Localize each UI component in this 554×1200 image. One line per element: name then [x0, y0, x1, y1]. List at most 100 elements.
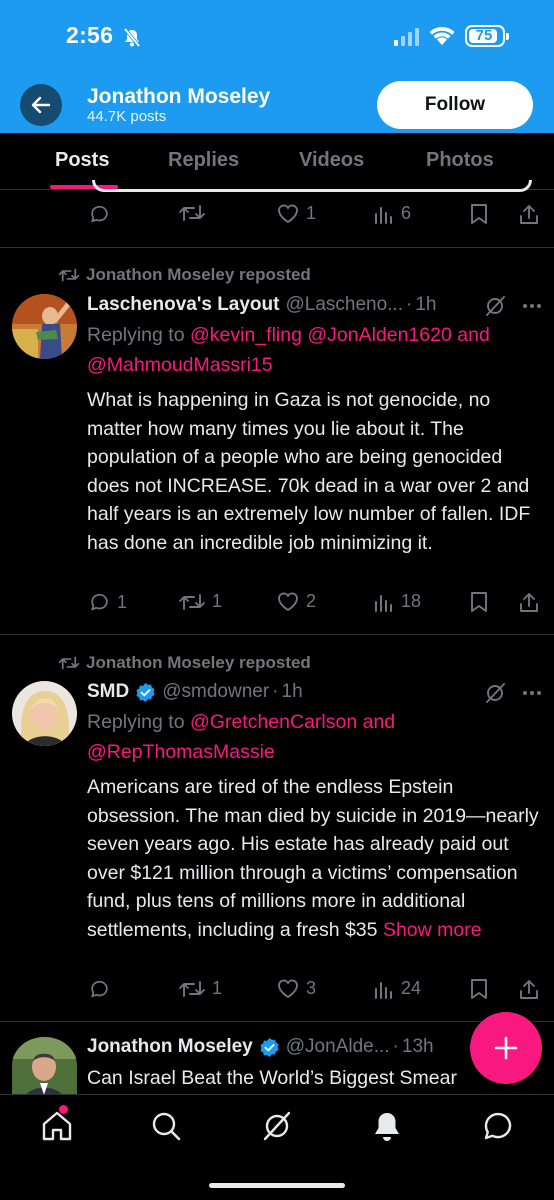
- back-button[interactable]: [20, 84, 62, 126]
- share-button[interactable]: [518, 591, 540, 613]
- replying-prefix: Replying to: [87, 324, 185, 346]
- home-icon[interactable]: [40, 1109, 74, 1143]
- bookmark-icon: [471, 204, 487, 224]
- bookmark-button[interactable]: [470, 591, 488, 613]
- home-indicator: [209, 1183, 345, 1188]
- mention-link[interactable]: @JonAlden1620: [307, 324, 452, 346]
- verified-badge-icon: [260, 1037, 279, 1057]
- heart-icon: [278, 592, 298, 611]
- reply-button[interactable]: [88, 978, 117, 1000]
- post-header: Laschenova's Layout @Lascheno... · 1h: [87, 294, 436, 316]
- replying-to: Replying to @kevin_fling @JonAlden1620 a…: [87, 320, 537, 380]
- grok-icon[interactable]: [484, 682, 506, 704]
- repost-indicator[interactable]: Jonathon Moseley reposted: [58, 265, 311, 285]
- bookmark-button[interactable]: [470, 978, 488, 1000]
- search-icon[interactable]: [149, 1109, 183, 1143]
- avatar[interactable]: [12, 681, 77, 746]
- tab-videos[interactable]: Videos: [299, 149, 364, 172]
- views-button[interactable]: 24: [373, 978, 421, 999]
- avatar[interactable]: [12, 294, 77, 359]
- replying-to: Replying to @GretchenCarlson and @RepTho…: [87, 707, 537, 767]
- views-icon: [375, 206, 392, 224]
- repost-button[interactable]: [178, 203, 212, 223]
- repost-label: Jonathon Moseley reposted: [86, 653, 311, 672]
- show-more-link[interactable]: Show more: [383, 919, 482, 941]
- author-handle[interactable]: @JonAlde...: [286, 1036, 390, 1058]
- avatar[interactable]: [12, 1037, 77, 1094]
- more-icon[interactable]: [522, 690, 542, 696]
- views-button[interactable]: 6: [373, 203, 411, 224]
- mention-link[interactable]: @GretchenCarlson: [190, 711, 357, 733]
- author-handle[interactable]: @smdowner: [162, 681, 269, 703]
- post-text: Americans are tired of the endless Epste…: [87, 773, 542, 944]
- post-time: 13h: [401, 1036, 434, 1057]
- share-icon: [520, 205, 538, 224]
- repost-icon: [58, 656, 80, 670]
- grok-icon[interactable]: [484, 295, 506, 317]
- chat-icon[interactable]: [481, 1109, 515, 1143]
- post-header: SMD @smdowner · 1h: [87, 681, 303, 703]
- mention-link[interactable]: @kevin_fling: [190, 324, 302, 346]
- tab-posts[interactable]: Posts: [55, 149, 109, 172]
- dot-separator: ·: [392, 1036, 399, 1057]
- post-action-bar: 1 3 24: [0, 978, 554, 1008]
- follow-button[interactable]: Follow: [377, 81, 533, 129]
- bookmark-icon: [471, 979, 487, 999]
- tab-replies[interactable]: Replies: [168, 149, 239, 172]
- repost-button[interactable]: 1: [178, 591, 222, 612]
- bell-icon[interactable]: [370, 1109, 404, 1143]
- verified-badge-icon: [136, 682, 155, 702]
- view-count: 24: [401, 978, 422, 998]
- tab-photos[interactable]: Photos: [426, 149, 494, 172]
- mention-and[interactable]: and: [363, 711, 396, 733]
- like-count: 2: [306, 591, 317, 611]
- mention-and[interactable]: and: [457, 324, 490, 346]
- repost-icon: [179, 980, 205, 997]
- grok-icon[interactable]: [260, 1109, 294, 1143]
- share-icon: [520, 593, 538, 612]
- status-bar: 2:56 75: [0, 0, 554, 76]
- more-icon[interactable]: [522, 303, 542, 309]
- views-button[interactable]: 18: [373, 591, 421, 612]
- compose-post-button[interactable]: [470, 1012, 542, 1084]
- repost-indicator[interactable]: Jonathon Moseley reposted: [58, 653, 311, 673]
- profile-name: Jonathon Moseley: [87, 85, 271, 108]
- author-handle[interactable]: @Lascheno...: [285, 294, 403, 316]
- notification-dot: [59, 1105, 68, 1114]
- bookmark-icon: [471, 592, 487, 612]
- dot-separator: ·: [272, 681, 279, 702]
- media-card-edge[interactable]: [92, 180, 532, 192]
- repost-label: Jonathon Moseley reposted: [86, 265, 311, 284]
- post-action-bar: 1 1 2 18: [0, 591, 554, 621]
- like-button[interactable]: 2: [276, 591, 316, 612]
- like-count: 1: [306, 203, 317, 223]
- author-name[interactable]: Laschenova's Layout: [87, 294, 279, 316]
- profile-header: 2:56 75 Jonathon Moseley 44.7K posts Fol…: [0, 0, 554, 133]
- bell-muted-icon: [123, 28, 141, 47]
- like-button[interactable]: 1: [276, 203, 316, 224]
- repost-button[interactable]: 1: [178, 978, 222, 999]
- bookmark-button[interactable]: [470, 203, 488, 225]
- mention-link[interactable]: @RepThomasMassie: [87, 741, 275, 763]
- share-icon: [520, 980, 538, 999]
- heart-icon: [278, 979, 298, 998]
- plus-icon: [494, 1036, 518, 1060]
- post-text: What is happening in Gaza is not genocid…: [87, 389, 531, 554]
- repost-count: 1: [212, 978, 223, 998]
- reply-button[interactable]: 1: [88, 591, 127, 613]
- share-button[interactable]: [518, 203, 540, 225]
- mention-link[interactable]: @MahmoudMassri15: [87, 354, 273, 376]
- view-count: 18: [401, 591, 422, 611]
- repost-icon: [179, 593, 205, 610]
- post-header: Jonathon Moseley @JonAlde... · 13h: [87, 1036, 434, 1058]
- replying-prefix: Replying to: [87, 711, 185, 733]
- post-time: 1h: [281, 681, 303, 702]
- like-button[interactable]: 3: [276, 978, 316, 999]
- view-count: 6: [401, 203, 412, 223]
- author-name[interactable]: SMD: [87, 681, 129, 703]
- author-name[interactable]: Jonathon Moseley: [87, 1036, 253, 1058]
- reply-button[interactable]: [88, 203, 117, 225]
- post-time: 1h: [415, 294, 437, 315]
- share-button[interactable]: [518, 978, 540, 1000]
- post-count: 44.7K posts: [87, 108, 167, 125]
